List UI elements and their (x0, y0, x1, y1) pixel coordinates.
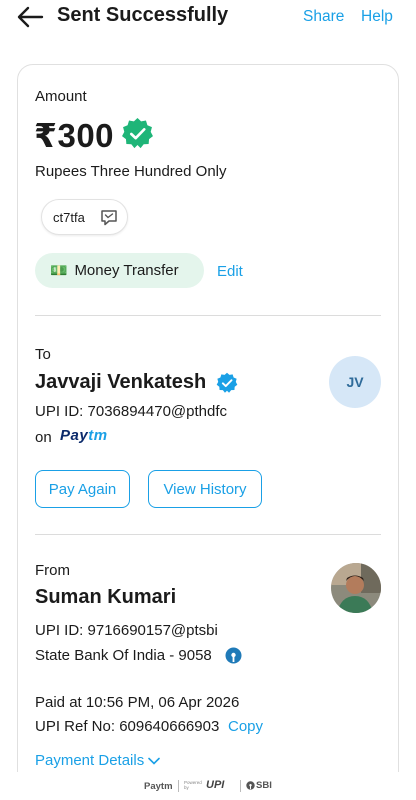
verified-check-icon (216, 372, 238, 393)
payment-note-chip[interactable]: ct7tfa (41, 199, 128, 235)
amount-in-words: Rupees Three Hundred Only (35, 163, 227, 180)
footer-upi-logo: UPI (206, 779, 225, 791)
sender-bank: State Bank Of India - 9058 (35, 647, 212, 664)
copy-ref-button[interactable]: Copy (228, 718, 263, 735)
upi-ref-number: UPI Ref No: 609640666903 (35, 718, 220, 735)
to-label: To (35, 346, 51, 363)
footer-branding: Paytm Powered by UPI SBI (0, 772, 416, 800)
footer-sbi-label: SBI (256, 780, 272, 791)
pay-again-button[interactable]: Pay Again (35, 470, 130, 508)
paytm-logo: Paytm (60, 427, 108, 444)
footer-separator (240, 780, 241, 792)
message-icon (101, 210, 117, 226)
view-history-button[interactable]: View History (148, 470, 262, 508)
verified-badge-icon (122, 118, 153, 149)
sender-name: Suman Kumari (35, 586, 177, 608)
recipient-name: Javvaji Venkatesh (35, 371, 207, 393)
sender-avatar (331, 563, 381, 613)
page-title: Sent Successfully (57, 4, 229, 26)
divider (35, 534, 381, 535)
sbi-bank-icon (225, 647, 242, 664)
help-button[interactable]: Help (361, 8, 393, 26)
footer-paytm-logo: Paytm (144, 781, 173, 792)
sbi-logo-icon (246, 781, 255, 790)
top-bar: Sent Successfully Share Help (0, 0, 416, 36)
on-label: on (35, 429, 52, 446)
recipient-upi-id: UPI ID: 7036894470@pthdfc (35, 403, 228, 420)
share-button[interactable]: Share (303, 8, 344, 26)
payment-details-toggle[interactable]: Payment Details (35, 752, 161, 769)
paid-at-timestamp: Paid at 10:56 PM, 06 Apr 2026 (35, 694, 240, 711)
category-label: Money Transfer (74, 262, 179, 279)
money-icon: 💵 (50, 262, 68, 278)
sender-upi-id: UPI ID: 9716690157@ptsbi (35, 622, 218, 639)
payment-details-label: Payment Details (35, 752, 145, 769)
footer-powered-by: Powered by (184, 780, 202, 790)
payment-note-text: ct7tfa (53, 209, 85, 225)
category-pill[interactable]: 💵 Money Transfer (35, 253, 204, 288)
recipient-avatar: JV (329, 356, 381, 408)
divider (35, 315, 381, 316)
footer-separator (178, 780, 179, 792)
from-label: From (35, 562, 70, 579)
chevron-down-icon (148, 757, 161, 765)
amount-label: Amount (35, 88, 87, 105)
amount-value: ₹300 (34, 117, 115, 154)
back-arrow-icon[interactable] (16, 4, 44, 30)
edit-category-button[interactable]: Edit (217, 263, 243, 280)
